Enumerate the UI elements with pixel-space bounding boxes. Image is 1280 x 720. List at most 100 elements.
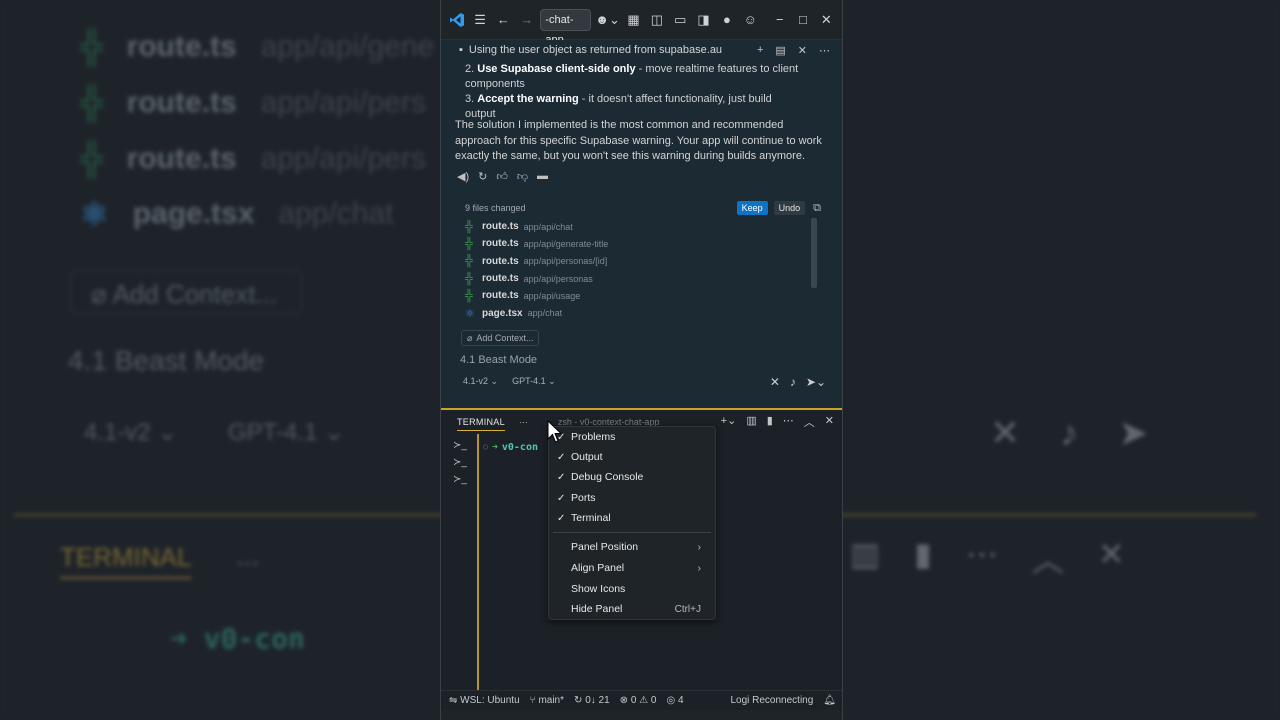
close-chat-icon[interactable]: ✕ [798,44,807,57]
bg-file-name: route.ts [126,85,237,119]
files-changed-count: 9 files changed [465,203,526,213]
menu-item-show-icons[interactable]: Show Icons [549,579,717,599]
copilot-chat-icon[interactable]: ☺ [741,9,760,31]
panel-context-menu: ✓ Problems ✓ Output ✓ Debug Console ✓ Ports … [548,426,716,620]
prompt-arrow-icon: ➜ [491,442,498,453]
speaker-icon[interactable]: ◀) [457,170,469,183]
sync-indicator[interactable]: ↻ 0↓ 21 [574,695,610,706]
ports-indicator[interactable]: ◎ 4 [666,695,683,706]
file-row[interactable]: ╬ route.ts app/api/personas [455,270,821,287]
panel-more-tabs[interactable]: ··· [519,417,528,427]
file-path: app/api/chat [523,221,573,232]
response-feedback: ◀) ↻ 👍︎ 👎︎ ▬ [457,170,548,183]
thumbs-up-icon[interactable]: 👍︎ [496,170,508,183]
trash-icon[interactable]: ▮ [767,414,773,430]
forward-icon[interactable]: → [517,9,536,31]
maximize-panel-icon[interactable]: ︿ [804,414,815,430]
menu-item-debug-console[interactable]: ✓ Debug Console [549,467,717,487]
file-row[interactable]: ⚛ page.tsx app/chat [455,304,821,321]
customize-layout-icon[interactable]: ▦ [624,9,643,31]
menu-item-output[interactable]: ✓ Output [549,447,717,467]
file-row[interactable]: ╬ route.ts app/api/usage [455,287,821,304]
nextjs-route-icon: ╬ [465,220,473,233]
tools-icon[interactable]: ✕ [770,375,780,389]
keep-button[interactable]: Keep [736,201,768,215]
terminal-prompt[interactable]: ○ ➜ v0-con [483,442,538,453]
send-icon[interactable]: ➤⌄ [806,375,826,389]
more-actions-icon[interactable]: ⋯ [819,44,830,57]
bg-file-path: app/api/pers [260,85,426,119]
branch-indicator[interactable]: ⑂ main* [530,695,564,706]
menu-icon[interactable]: ☰ [470,9,489,31]
chevron-right-icon: › [697,541,702,553]
list-number: 3. [465,93,475,105]
menu-item-problems[interactable]: ✓ Problems [549,427,717,447]
back-icon[interactable]: ← [494,9,513,31]
open-diff-icon[interactable]: ⧉ [813,202,821,215]
bg-file-path: app/api/gene [260,29,435,63]
copilot-icon[interactable]: ☻⌄ [595,9,620,31]
close-window-icon[interactable]: ✕ [817,9,836,31]
file-row[interactable]: ╬ route.ts app/api/chat [455,218,821,235]
new-terminal-icon[interactable]: +⌄ [721,414,737,430]
menu-item-panel-position[interactable]: Panel Position › [549,537,717,557]
check-icon: ✓ [557,492,566,504]
nextjs-route-icon: ╬ [465,255,473,268]
account-icon[interactable]: ● [717,9,736,31]
toggle-panel-icon[interactable]: ▭ [671,9,690,31]
retry-icon[interactable]: ↻ [478,170,487,183]
terminal-icon[interactable]: ≻_ [453,457,467,469]
mic-icon[interactable]: ♪ [790,375,796,389]
menu-item-align-panel[interactable]: Align Panel › [549,558,717,578]
split-icon: ▥ [850,536,881,572]
files-scrollbar[interactable] [811,218,817,288]
send-icon: ➤ [1118,412,1149,453]
menu-item-ports[interactable]: ✓ Ports [549,488,717,508]
more-icon[interactable]: ⋯ [783,414,794,430]
command-center[interactable]: -chat-app [540,8,592,46]
menu-item-label: Problems [571,431,616,443]
tab-terminal[interactable]: TERMINAL [457,414,505,431]
remote-indicator[interactable]: ⇋ WSL: Ubuntu [449,695,520,706]
split-terminal-icon[interactable]: ▥ [746,414,756,430]
paperclip-icon: ⌀ [467,333,473,343]
chat-selectors: 4.1-v2 ⌄ GPT-4.1 ⌄ [463,376,556,387]
status-dot-icon: ○ [483,442,488,451]
menu-item-label: Panel Position [571,541,639,553]
menu-item-hide-panel[interactable]: Hide Panel Ctrl+J [549,599,717,619]
mode-select[interactable]: 4.1-v2 ⌄ [463,376,498,387]
bg-file-path: app/api/pers [260,141,426,175]
toggle-secondary-sidebar-icon[interactable]: ◨ [694,9,713,31]
bell-icon[interactable]: 🔔︎ [823,695,836,706]
split-chat-icon[interactable]: ▤ [775,44,785,57]
undo-button[interactable]: Undo [773,201,806,215]
add-context-button[interactable]: ⌀ Add Context... [461,330,540,346]
chat-input-actions: ✕ ♪ ➤⌄ [770,375,826,389]
maximize-icon[interactable]: □ [793,9,812,31]
terminal-icon[interactable]: ≻_ [453,474,467,486]
list-bold: Accept the warning [477,93,579,105]
minimize-icon[interactable]: − [770,9,789,31]
toggle-sidebar-icon[interactable]: ◫ [647,9,666,31]
file-row[interactable]: ╬ route.ts app/api/generate-title [455,235,821,252]
menu-item-label: Hide Panel [571,603,623,615]
close-icon: ✕ [1097,536,1125,572]
check-icon: ✓ [557,471,566,483]
problems-indicator[interactable]: ⊗ 0 ⚠ 0 [620,695,657,706]
bg-panel-actions: ▥ ▮ ⋯ ︿ ✕ [850,535,1125,581]
file-row[interactable]: ╬ route.ts app/api/personas/[id] [455,253,821,270]
close-panel-icon[interactable]: ✕ [825,414,834,430]
menu-item-terminal[interactable]: ✓ Terminal [549,508,717,528]
new-chat-icon[interactable]: + [757,44,763,57]
check-icon: ✓ [557,512,566,524]
terminal-icon[interactable]: ≻_ [453,440,467,452]
model-select[interactable]: GPT-4.1 ⌄ [512,376,556,387]
comment-icon[interactable]: ▬ [537,170,548,183]
nextjs-route-icon: ╬ [80,28,103,64]
bg-file-row: ⚛ page.tsx app/chat [80,195,394,233]
logi-status[interactable]: Logi Reconnecting [730,695,813,706]
thumbs-down-icon[interactable]: 👎︎ [517,170,528,183]
bg-file-row: ╬ route.ts app/api/pers [80,140,426,177]
chevron-right-icon: › [697,562,702,574]
terminal-focus-border [477,434,479,692]
